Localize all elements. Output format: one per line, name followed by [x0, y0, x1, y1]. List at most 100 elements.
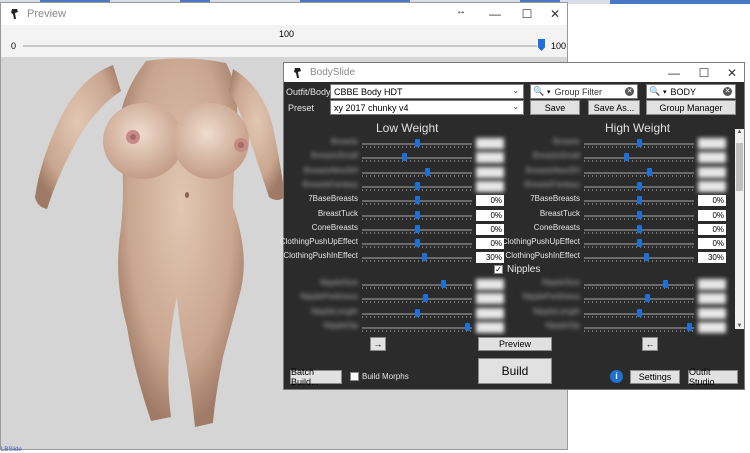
group-manager-button[interactable]: Group Manager — [646, 100, 736, 115]
group-filter-input[interactable]: 🔍 ▾ Group Filter ✕ — [530, 84, 638, 99]
high-weight-slider[interactable] — [584, 224, 694, 234]
slider-thumb[interactable] — [636, 181, 642, 190]
info-icon[interactable]: i — [610, 370, 623, 383]
slider-thumb[interactable] — [414, 239, 420, 248]
slider-thumb[interactable] — [414, 196, 420, 205]
copy-left-arrow-button[interactable]: ← — [642, 337, 658, 351]
high-weight-slider[interactable] — [584, 253, 694, 263]
slider-thumb[interactable] — [644, 294, 650, 303]
build-morphs-checkbox[interactable] — [350, 372, 359, 381]
slider-thumb[interactable] — [440, 280, 446, 288]
slider-thumb[interactable] — [636, 239, 642, 248]
high-weight-value[interactable]: 0% — [698, 238, 726, 250]
low-weight-slider[interactable] — [362, 167, 472, 177]
build-button[interactable]: Build — [478, 358, 552, 384]
low-weight-slider[interactable] — [362, 196, 472, 206]
save-as-button[interactable]: Save As... — [588, 100, 640, 115]
low-weight-slider[interactable] — [362, 153, 472, 163]
high-weight-value[interactable] — [698, 279, 726, 290]
high-weight-slider[interactable] — [584, 196, 694, 206]
slider-thumb[interactable] — [421, 253, 427, 262]
close-button[interactable]: ✕ — [539, 3, 571, 25]
slider-thumb[interactable] — [414, 210, 420, 219]
low-weight-value[interactable]: 0% — [476, 223, 504, 235]
high-weight-slider[interactable] — [584, 294, 694, 304]
low-weight-value[interactable] — [476, 279, 504, 290]
slider-thumb[interactable] — [662, 280, 668, 288]
high-weight-value[interactable] — [698, 307, 726, 319]
high-weight-slider[interactable] — [584, 239, 694, 249]
high-weight-slider[interactable] — [584, 167, 694, 177]
scrollbar-thumb[interactable] — [736, 143, 743, 191]
high-weight-value[interactable]: 0% — [698, 223, 726, 235]
nipples-section-header[interactable]: ✓ Nipples — [494, 264, 540, 275]
close-button[interactable]: ✕ — [718, 63, 746, 82]
clear-icon[interactable]: ✕ — [723, 87, 732, 96]
low-weight-slider[interactable] — [362, 181, 472, 191]
scroll-down-icon[interactable]: ▼ — [735, 323, 744, 329]
low-weight-value[interactable] — [476, 293, 504, 305]
slider-list-scrollbar[interactable]: ▲ ▼ — [735, 129, 744, 329]
high-weight-slider[interactable] — [584, 210, 694, 220]
low-weight-value[interactable]: 0% — [476, 238, 504, 250]
high-weight-value[interactable]: 0% — [698, 209, 726, 221]
slider-thumb[interactable] — [414, 308, 420, 317]
slider-thumb[interactable] — [414, 181, 420, 190]
clear-icon[interactable]: ✕ — [625, 87, 634, 96]
high-weight-slider[interactable] — [584, 322, 694, 332]
low-weight-slider[interactable] — [362, 294, 472, 304]
outfit-body-dropdown[interactable]: CBBE Body HDT ⌄ — [330, 84, 524, 99]
slider-thumb[interactable] — [636, 196, 642, 205]
high-weight-value[interactable] — [698, 180, 726, 192]
slider-thumb[interactable] — [636, 224, 642, 233]
high-weight-value[interactable] — [698, 152, 726, 164]
maximize-button[interactable]: ☐ — [690, 63, 718, 82]
bodyslide-titlebar[interactable]: BodySlide — ☐ ✕ — [284, 63, 744, 82]
low-weight-value[interactable] — [476, 152, 504, 164]
low-weight-slider[interactable] — [362, 322, 472, 332]
minimize-button[interactable]: — — [660, 63, 688, 82]
high-weight-value[interactable] — [698, 166, 726, 178]
high-weight-slider[interactable] — [584, 139, 694, 148]
slider-thumb[interactable] — [425, 167, 430, 176]
preset-dropdown[interactable]: xy 2017 chunky v4 ⌄ — [330, 100, 524, 115]
preview-button[interactable]: Preview — [478, 337, 552, 351]
low-weight-value[interactable] — [476, 180, 504, 192]
minimize-button[interactable]: — — [479, 3, 511, 25]
high-weight-slider[interactable] — [584, 153, 694, 163]
low-weight-value[interactable] — [476, 321, 504, 333]
nipples-checkbox[interactable]: ✓ — [494, 265, 503, 274]
copy-right-arrow-button[interactable]: → — [370, 337, 386, 351]
slider-thumb[interactable] — [422, 294, 428, 303]
high-weight-value[interactable]: 30% — [698, 252, 726, 264]
low-weight-value[interactable]: 30% — [476, 252, 504, 264]
batch-build-button[interactable]: Batch Build... — [290, 367, 342, 387]
slider-thumb[interactable] — [643, 253, 649, 262]
high-weight-value[interactable]: 0% — [698, 195, 726, 207]
preview-weight-slider[interactable] — [23, 45, 537, 47]
low-weight-slider[interactable] — [362, 308, 472, 318]
low-weight-slider[interactable] — [362, 139, 472, 148]
slider-thumb[interactable] — [464, 322, 470, 331]
low-weight-slider[interactable] — [362, 253, 472, 263]
build-morphs-option[interactable]: Build Morphs — [350, 372, 409, 381]
slider-thumb[interactable] — [636, 210, 642, 219]
low-weight-slider[interactable] — [362, 280, 472, 289]
save-button[interactable]: Save — [530, 100, 580, 115]
low-weight-slider[interactable] — [362, 224, 472, 234]
outfit-filter-input[interactable]: 🔍 ▾ BODY ✕ — [646, 84, 736, 99]
low-weight-slider[interactable] — [362, 210, 472, 220]
high-weight-value[interactable] — [698, 138, 726, 149]
settings-button[interactable]: Settings — [630, 370, 680, 384]
high-weight-slider[interactable] — [584, 280, 694, 289]
high-weight-slider[interactable] — [584, 181, 694, 191]
outfit-studio-button[interactable]: Outfit Studio — [688, 367, 738, 387]
slider-thumb[interactable] — [414, 139, 420, 147]
scroll-up-icon[interactable]: ▲ — [735, 129, 744, 135]
preview-weight-slider-thumb[interactable] — [538, 39, 545, 51]
low-weight-value[interactable]: 0% — [476, 209, 504, 221]
low-weight-value[interactable] — [476, 307, 504, 319]
slider-thumb[interactable] — [623, 153, 629, 162]
slider-thumb[interactable] — [401, 153, 407, 162]
slider-thumb[interactable] — [636, 308, 642, 317]
